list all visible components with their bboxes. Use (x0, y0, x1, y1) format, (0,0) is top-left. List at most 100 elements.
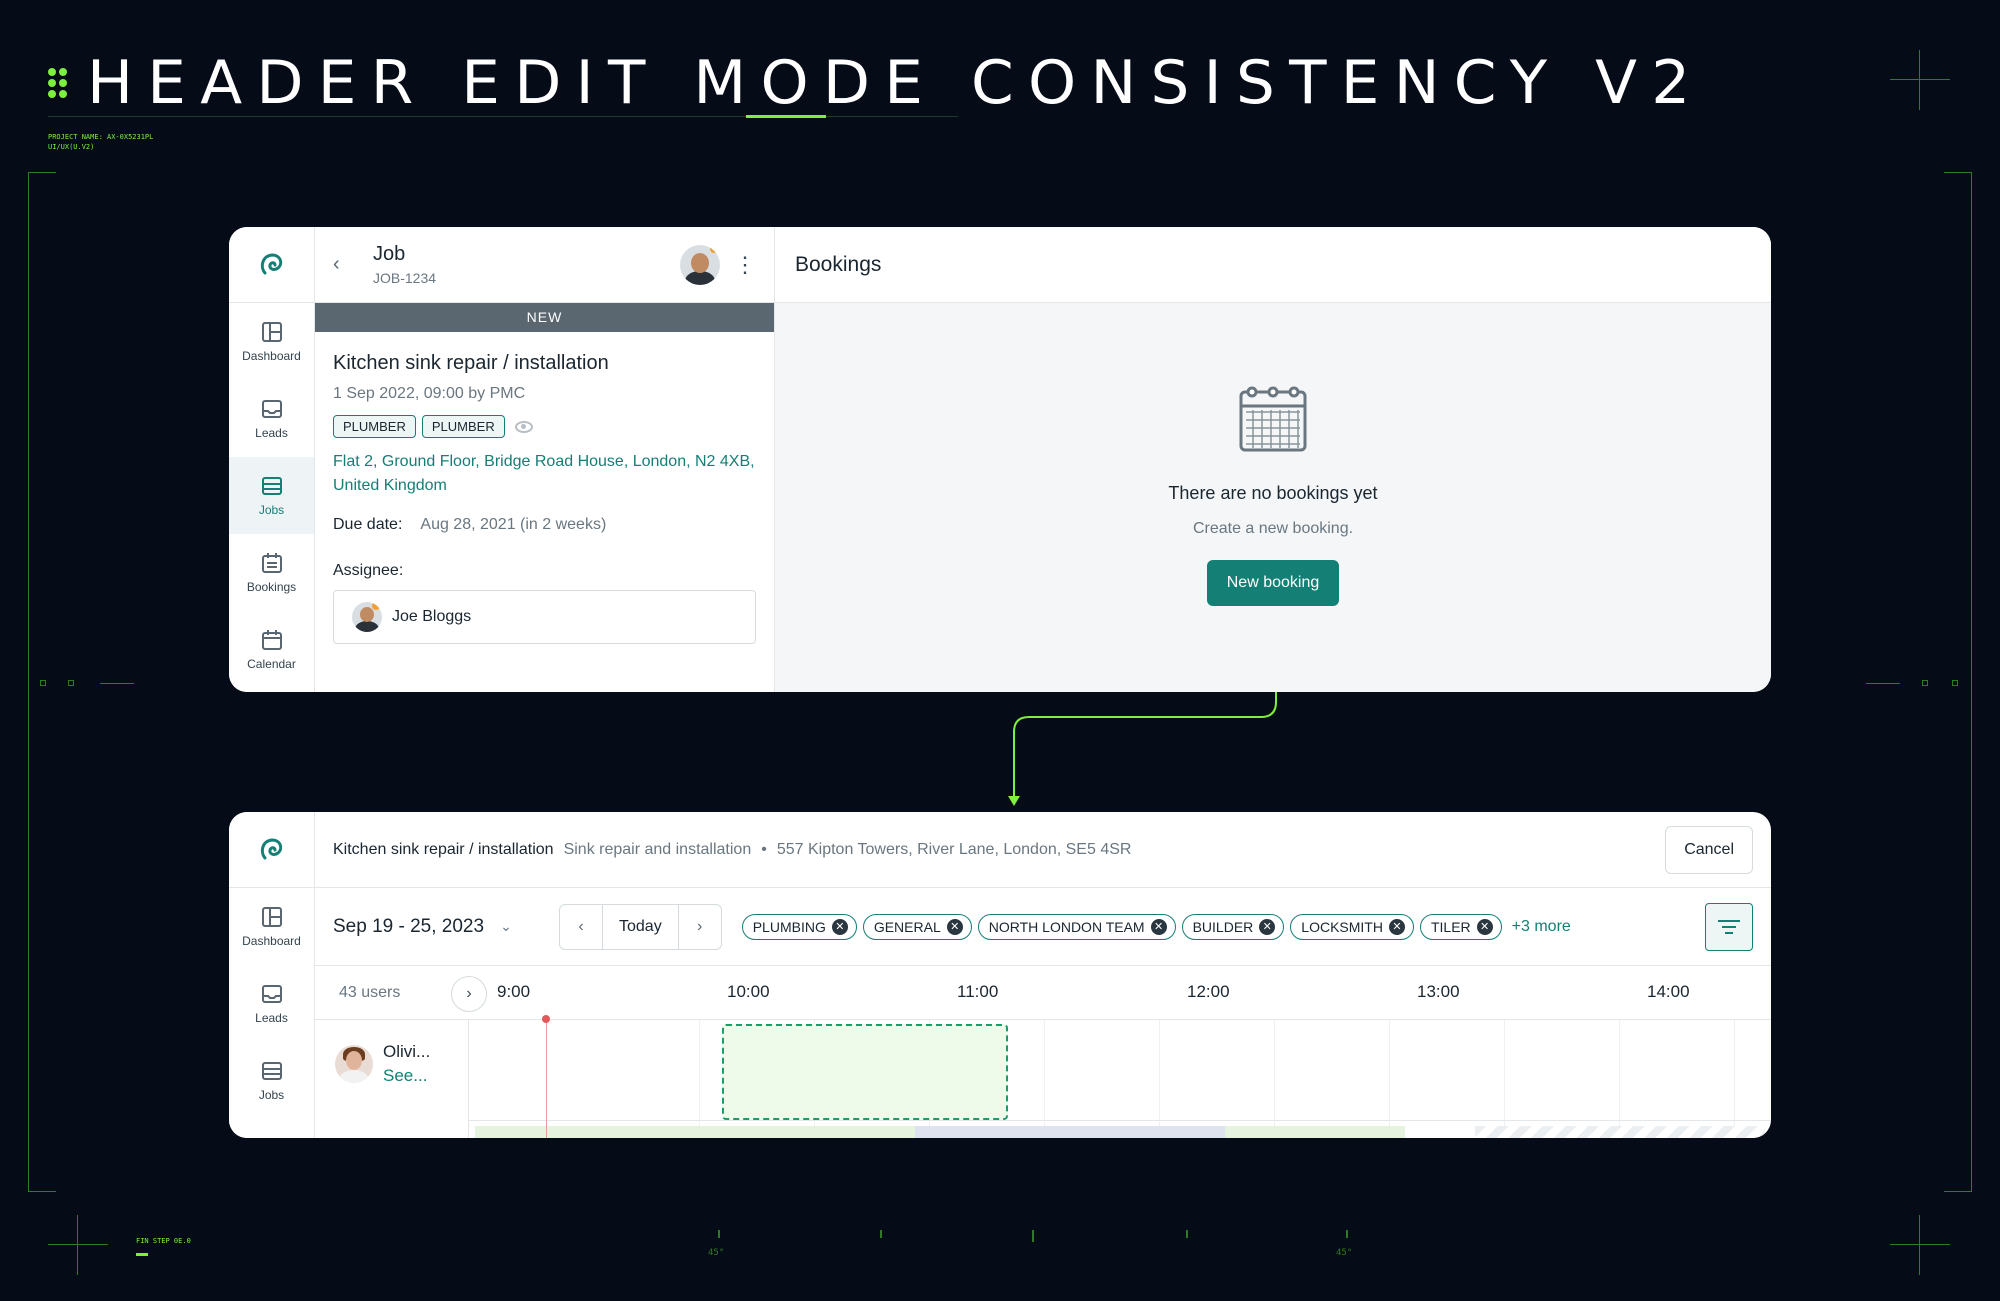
job-created: 1 Sep 2022, 09:00 by PMC (333, 385, 526, 402)
user-column: Olivi... See... (315, 1020, 469, 1138)
current-time-indicator (542, 1015, 550, 1138)
eye-icon[interactable] (514, 420, 533, 433)
logo-icon (260, 837, 282, 859)
filter-chips: PLUMBING ✕ GENERAL ✕ NORTH LONDON TEAM ✕ BU… (741, 913, 1571, 940)
job-bookings-screen: Dashboard Leads Jobs Bookings Calendar ‹… (229, 227, 1771, 692)
booking-scheduler-screen: Dashboard Leads Jobs Kitchen sink repair… (229, 812, 1771, 1138)
filter-chip[interactable]: LOCKSMITH ✕ (1290, 913, 1414, 940)
nav-label: Bookings (246, 579, 297, 594)
nav-jobs[interactable]: Jobs (229, 1042, 314, 1119)
users-count: 43 users (339, 984, 401, 1001)
filter-chip-label: TILER (1430, 918, 1471, 935)
separator: • (761, 840, 767, 858)
cancel-button[interactable]: Cancel (1665, 825, 1753, 874)
tag-chip[interactable]: PLUMBER (333, 415, 416, 438)
nav-dashboard[interactable]: Dashboard (229, 303, 314, 380)
scheduler-job-subtitle: Sink repair and installation (563, 840, 752, 858)
chevron-right-icon[interactable]: › (451, 976, 487, 1012)
inbox-icon (261, 984, 282, 1003)
close-icon[interactable]: ✕ (946, 918, 963, 935)
assignee-name: Joe Bloggs (392, 608, 472, 625)
inbox-icon (261, 399, 282, 418)
hour-label: 11:00 (957, 982, 999, 1001)
status-badge: NEW (315, 303, 774, 332)
dashboard-icon (261, 906, 282, 927)
filter-chip[interactable]: PLUMBING ✕ (741, 913, 857, 940)
date-pager: ‹ Today › (559, 903, 722, 950)
nav-bookings[interactable]: Bookings (229, 534, 314, 611)
calendar-icon (261, 629, 282, 650)
scheduler-header: Kitchen sink repair / installation Sink … (315, 812, 1771, 888)
chevron-down-icon: ⌄ (500, 918, 512, 934)
logo-icon (260, 252, 282, 274)
filter-chip[interactable]: GENERAL ✕ (862, 913, 972, 940)
filter-chip-label: LOCKSMITH (1301, 918, 1383, 935)
due-date-label: Due date: (333, 516, 403, 533)
filter-chip-label: NORTH LONDON TEAM (988, 918, 1145, 935)
close-icon[interactable]: ✕ (1259, 918, 1276, 935)
nav-leads[interactable]: Leads (229, 380, 314, 457)
job-panel: ‹ Job JOB-1234 ⋮ NEW Kitchen sink repair… (315, 227, 775, 692)
booking-slot-draft[interactable] (722, 1024, 1008, 1120)
filter-chip[interactable]: TILER ✕ (1419, 913, 1502, 940)
avatar (335, 1045, 373, 1083)
timeline-grid: Olivi... See... (315, 1015, 1771, 1138)
hour-label: 10:00 (727, 982, 770, 1001)
tag-chip[interactable]: PLUMBER (421, 415, 505, 438)
empty-subtitle: Create a new booking. (1192, 520, 1354, 537)
nav-label: Calendar (247, 656, 296, 671)
new-booking-button[interactable]: New booking (1206, 560, 1340, 606)
close-icon[interactable]: ✕ (831, 918, 848, 935)
bookings-empty-state: There are no bookings yet Create a new b… (775, 382, 1771, 606)
avatar (352, 602, 382, 632)
more-filters-link[interactable]: +3 more (1512, 918, 1571, 936)
nav-jobs[interactable]: Jobs (229, 457, 314, 534)
availability-strip (475, 1126, 915, 1138)
hour-label: 14:00 (1647, 982, 1690, 1001)
avatar[interactable] (680, 244, 720, 285)
scheduler-job-title: Kitchen sink repair / installation (333, 840, 554, 858)
user-name: Olivi... (383, 1042, 431, 1061)
jobs-icon (261, 1061, 282, 1080)
hour-label: 9:00 (497, 982, 531, 1001)
side-nav: Dashboard Leads Jobs Bookings Calendar (229, 227, 315, 692)
more-options-icon[interactable]: ⋮ (720, 253, 756, 276)
close-icon[interactable]: ✕ (1388, 918, 1405, 935)
dashboard-icon (261, 321, 282, 342)
app-logo[interactable] (229, 227, 314, 303)
nav-leads[interactable]: Leads (229, 965, 314, 1042)
app-logo[interactable] (229, 812, 314, 888)
filter-chip[interactable]: NORTH LONDON TEAM ✕ (977, 913, 1176, 940)
bookings-icon (261, 552, 282, 573)
job-address-link[interactable]: Flat 2, Ground Floor, Bridge Road House,… (333, 450, 756, 498)
user-row[interactable]: Olivi... See... (335, 1042, 430, 1086)
bookings-panel: Bookings There are no bookings yet Creat… (775, 227, 1771, 692)
empty-title: There are no bookings yet (1168, 483, 1378, 503)
booked-strip (915, 1126, 1225, 1138)
close-icon[interactable]: ✕ (1150, 918, 1167, 935)
close-icon[interactable]: ✕ (1476, 918, 1493, 935)
due-date: Due date: Aug 28, 2021 (in 2 weeks) (333, 516, 756, 534)
nav-dashboard[interactable]: Dashboard (229, 888, 314, 965)
date-range-picker[interactable]: Sep 19 - 25, 2023 ⌄ (333, 916, 559, 938)
bookings-title: Bookings (775, 227, 1771, 303)
filter-chip-label: BUILDER (1192, 918, 1254, 935)
row-divider (315, 1120, 1771, 1121)
job-header-title: Job (373, 243, 406, 265)
filter-chip[interactable]: BUILDER ✕ (1181, 913, 1285, 940)
next-week-icon[interactable]: › (679, 905, 721, 949)
job-name: Kitchen sink repair / installation (333, 352, 609, 374)
user-see-link[interactable]: See... (383, 1066, 430, 1086)
nav-calendar[interactable]: Calendar (229, 611, 314, 688)
filter-menu-icon[interactable] (1705, 902, 1753, 951)
assignee-field[interactable]: Joe Bloggs (333, 590, 756, 644)
back-arrow-icon[interactable]: ‹ (333, 253, 373, 276)
previous-week-icon[interactable]: ‹ (560, 905, 602, 949)
today-button[interactable]: Today (602, 904, 679, 949)
jobs-icon (261, 476, 282, 495)
scheduler-toolbar: Sep 19 - 25, 2023 ⌄ ‹ Today › PLUMBING ✕ … (315, 888, 1771, 966)
nav-label: Jobs (258, 502, 285, 517)
availability-strip (1225, 1126, 1405, 1138)
job-title-block: Job JOB-1234 (373, 243, 680, 286)
job-details: Kitchen sink repair / installation 1 Sep… (315, 332, 774, 664)
